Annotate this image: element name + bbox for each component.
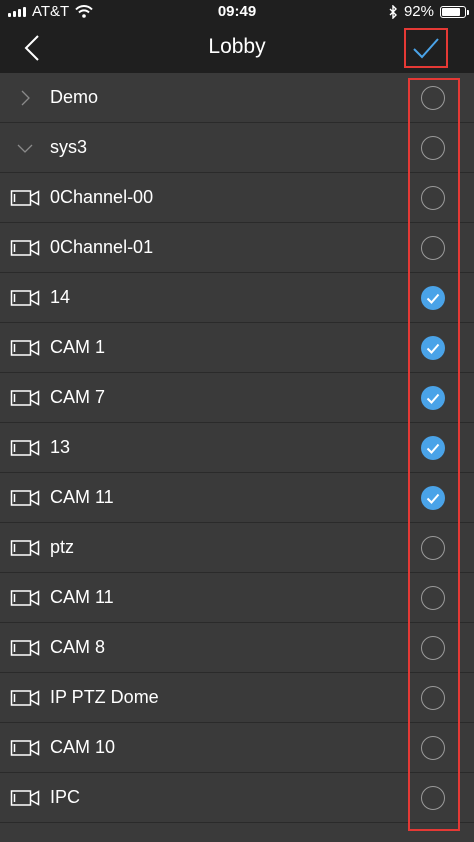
camera-row[interactable]: IPC — [0, 773, 474, 823]
camera-row[interactable]: CAM 8 — [0, 623, 474, 673]
row-label: CAM 7 — [50, 387, 106, 407]
selected-checkbox-icon[interactable] — [421, 486, 445, 510]
bluetooth-icon — [389, 4, 397, 19]
camera-row[interactable]: 14 — [0, 273, 474, 323]
row-label: CAM 11 — [50, 587, 114, 607]
nav-bar: Lobby — [0, 24, 474, 73]
unselected-circle-icon[interactable] — [421, 186, 445, 210]
camera-icon — [0, 738, 50, 758]
unselected-circle-icon[interactable] — [421, 86, 445, 110]
camera-icon — [0, 788, 50, 808]
unselected-circle-icon[interactable] — [421, 736, 445, 760]
selected-checkbox-icon[interactable] — [421, 386, 445, 410]
camera-icon — [0, 688, 50, 708]
camera-row[interactable]: 13 — [0, 423, 474, 473]
status-bar: AT&T 09:49 92% — [0, 0, 474, 24]
camera-icon — [0, 338, 50, 358]
camera-icon — [0, 638, 50, 658]
selected-checkbox-icon[interactable] — [421, 286, 445, 310]
camera-row[interactable]: 0Channel-01 — [0, 223, 474, 273]
confirm-button[interactable] — [404, 28, 448, 68]
row-label: 0Channel-00 — [50, 187, 154, 207]
battery-percent: 92% — [403, 3, 434, 20]
camera-icon — [0, 488, 50, 508]
row-label: 14 — [50, 287, 71, 307]
group-row[interactable]: sys3 — [0, 123, 474, 173]
group-row[interactable]: Demo — [0, 73, 474, 123]
camera-icon — [0, 438, 50, 458]
unselected-circle-icon[interactable] — [421, 536, 445, 560]
camera-row[interactable]: CAM 7 — [0, 373, 474, 423]
chevron-down-icon[interactable] — [0, 142, 50, 154]
camera-icon — [0, 238, 50, 258]
row-label: IP PTZ Dome — [50, 687, 159, 707]
row-label: 0Channel-01 — [50, 237, 154, 257]
row-label: CAM 8 — [50, 637, 106, 657]
status-right: 92% — [389, 3, 469, 20]
camera-icon — [0, 388, 50, 408]
row-label: CAM 11 — [50, 487, 114, 507]
camera-row[interactable]: CAM 10 — [0, 723, 474, 773]
camera-row[interactable]: CAM 1 — [0, 323, 474, 373]
unselected-circle-icon[interactable] — [421, 636, 445, 660]
row-label: 13 — [50, 437, 71, 457]
unselected-circle-icon[interactable] — [421, 236, 445, 260]
row-label: Demo — [50, 87, 99, 107]
camera-icon — [0, 588, 50, 608]
row-label: sys3 — [50, 137, 88, 157]
camera-row[interactable]: CAM 11 — [0, 473, 474, 523]
unselected-circle-icon[interactable] — [421, 586, 445, 610]
checkmark-icon — [413, 38, 439, 59]
battery-fill — [442, 7, 460, 16]
row-label: CAM 1 — [50, 337, 106, 357]
battery-icon — [440, 5, 469, 18]
camera-row[interactable]: IP PTZ Dome — [0, 673, 474, 723]
row-label: CAM 10 — [50, 737, 116, 757]
camera-icon — [0, 538, 50, 558]
camera-icon — [0, 188, 50, 208]
unselected-circle-icon[interactable] — [421, 786, 445, 810]
unselected-circle-icon[interactable] — [421, 686, 445, 710]
camera-row[interactable]: CAM 11 — [0, 573, 474, 623]
selected-checkbox-icon[interactable] — [421, 336, 445, 360]
camera-row[interactable]: ptz — [0, 523, 474, 573]
camera-row[interactable]: 0Channel-00 — [0, 173, 474, 223]
chevron-right-icon[interactable] — [0, 90, 50, 106]
row-label: IPC — [50, 787, 81, 807]
camera-icon — [0, 288, 50, 308]
device-list: Demo sys3 0Channel-00 0Channel-01 14 CAM 1 CAM… — [0, 73, 474, 823]
page-title: Lobby — [208, 35, 266, 58]
row-label: ptz — [50, 537, 75, 557]
selected-checkbox-icon[interactable] — [421, 436, 445, 460]
unselected-circle-icon[interactable] — [421, 136, 445, 160]
